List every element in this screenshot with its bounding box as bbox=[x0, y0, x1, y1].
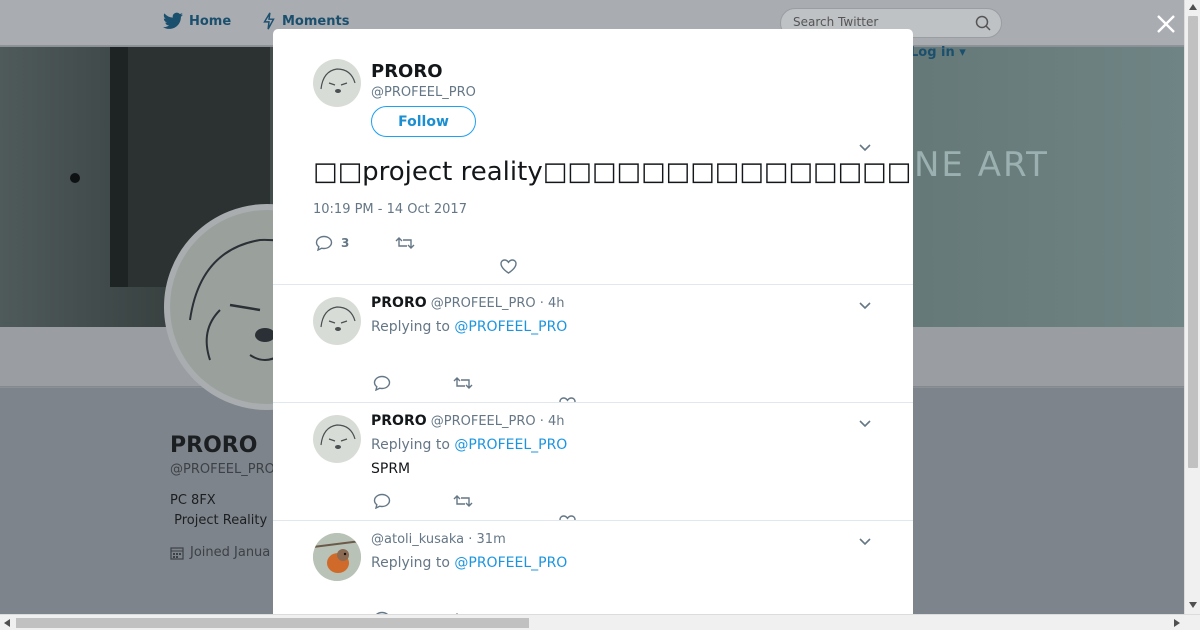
reply-header: PRORO @PROFEEL_PRO · 4h bbox=[371, 413, 565, 429]
nav-home[interactable]: Home bbox=[163, 12, 231, 30]
calendar-icon bbox=[170, 546, 184, 560]
chevron-down-icon[interactable] bbox=[858, 141, 872, 155]
scroll-right-icon[interactable] bbox=[1174, 619, 1180, 627]
nav-moments-label: Moments bbox=[282, 13, 350, 29]
reply-header: PRORO @PROFEEL_PRO · 4h bbox=[371, 295, 565, 311]
chevron-down-icon[interactable] bbox=[858, 535, 872, 549]
retweet-icon bbox=[395, 237, 415, 249]
chevron-down-icon[interactable] bbox=[858, 299, 872, 313]
reply-button[interactable] bbox=[373, 375, 391, 391]
replying-to: Replying to @PROFEEL_PRO bbox=[371, 437, 567, 453]
scroll-left-icon[interactable] bbox=[4, 619, 10, 627]
replying-to-prefix: Replying to bbox=[371, 437, 450, 453]
like-button[interactable] bbox=[500, 259, 517, 274]
retweet-icon bbox=[453, 495, 473, 507]
reply-icon bbox=[373, 375, 391, 391]
reply-button[interactable]: 3 bbox=[315, 235, 349, 251]
horizontal-scrollbar[interactable] bbox=[0, 614, 1200, 630]
replying-to-prefix: Replying to bbox=[371, 555, 450, 571]
main-tweet: PRORO @PROFEEL_PRO Follow □□project real… bbox=[273, 29, 913, 285]
reply-author-handle[interactable]: @atoli_kusaka bbox=[371, 532, 464, 547]
replying-to-prefix: Replying to bbox=[371, 319, 450, 335]
profile-joined: Joined Janua bbox=[170, 545, 270, 560]
reply-time[interactable]: · 31m bbox=[468, 532, 505, 547]
twitter-bird-icon bbox=[163, 12, 183, 29]
reply-time[interactable]: · 4h bbox=[540, 296, 565, 311]
bird-photo-image bbox=[313, 533, 361, 581]
retweet-button[interactable] bbox=[453, 375, 473, 391]
vertical-scrollbar[interactable] bbox=[1184, 0, 1200, 614]
tweet-timestamp[interactable]: 10:19 PM - 14 Oct 2017 bbox=[313, 202, 467, 217]
reply-tweet[interactable]: PRORO @PROFEEL_PRO · 4h Replying to @PRO… bbox=[273, 285, 913, 403]
nav-moments[interactable]: Moments bbox=[262, 12, 349, 30]
login-dropdown[interactable]: Log in ▾ bbox=[910, 45, 966, 60]
avatar[interactable] bbox=[313, 415, 361, 463]
lightning-icon bbox=[263, 12, 275, 30]
reply-button[interactable] bbox=[373, 493, 391, 509]
close-icon[interactable] bbox=[1154, 12, 1178, 36]
login-label: Log in bbox=[910, 45, 955, 60]
replying-to-link[interactable]: @PROFEEL_PRO bbox=[454, 437, 567, 453]
profile-joined-text: Joined Janua bbox=[190, 545, 271, 560]
replying-to: Replying to @PROFEEL_PRO bbox=[371, 319, 567, 335]
tweet-modal: PRORO @PROFEEL_PRO Follow □□project real… bbox=[273, 29, 913, 614]
reply-tweet[interactable]: PRORO @PROFEEL_PRO · 4h Replying to @PRO… bbox=[273, 403, 913, 521]
avatar[interactable] bbox=[313, 59, 361, 107]
profile-bio-line: PC 8FX bbox=[170, 493, 216, 508]
dog-sketch-image bbox=[320, 306, 356, 331]
tweet-author-name[interactable]: PRORO bbox=[371, 61, 443, 82]
avatar[interactable] bbox=[313, 297, 361, 345]
replying-to-link[interactable]: @PROFEEL_PRO bbox=[454, 319, 567, 335]
dog-sketch-image bbox=[320, 424, 356, 449]
avatar[interactable] bbox=[313, 533, 361, 581]
horizontal-scroll-thumb[interactable] bbox=[16, 618, 529, 628]
chevron-down-icon[interactable] bbox=[858, 417, 872, 431]
replying-to-link[interactable]: @PROFEEL_PRO bbox=[454, 555, 567, 571]
reply-icon bbox=[315, 235, 333, 251]
retweet-button[interactable] bbox=[453, 493, 473, 509]
reply-time[interactable]: · 4h bbox=[540, 414, 565, 429]
reply-author-name[interactable]: PRORO bbox=[371, 295, 427, 311]
reply-header: @atoli_kusaka · 31m bbox=[371, 531, 506, 547]
search-input[interactable] bbox=[793, 15, 963, 29]
scroll-up-icon[interactable] bbox=[1189, 4, 1197, 10]
dog-sketch-image bbox=[320, 68, 356, 93]
banner-text: NE ART bbox=[914, 145, 1049, 185]
banner-dot bbox=[70, 173, 80, 183]
profile-bio-line: Project Reality bbox=[170, 513, 268, 528]
profile-name: PRORO bbox=[170, 433, 258, 458]
profile-handle: @PROFEEL_PRO bbox=[170, 462, 275, 477]
scroll-down-icon[interactable] bbox=[1189, 602, 1197, 608]
reply-author-name[interactable]: PRORO bbox=[371, 413, 427, 429]
reply-author-handle[interactable]: @PROFEEL_PRO bbox=[431, 296, 536, 311]
search-icon[interactable] bbox=[975, 15, 991, 31]
vertical-scroll-thumb[interactable] bbox=[1188, 16, 1198, 468]
retweet-button[interactable] bbox=[395, 235, 415, 251]
nav-home-label: Home bbox=[189, 13, 232, 29]
reply-count: 3 bbox=[341, 236, 350, 250]
heart-icon bbox=[500, 259, 517, 274]
reply-icon bbox=[373, 493, 391, 509]
reply-author-handle[interactable]: @PROFEEL_PRO bbox=[431, 414, 536, 429]
reply-tweet[interactable]: @atoli_kusaka · 31m Replying to @PROFEEL… bbox=[273, 521, 913, 614]
reply-text: SPRM bbox=[371, 461, 411, 477]
tweet-text: □□project reality□□□□□□□□□□□□□□□□□□2□□□□… bbox=[313, 157, 913, 187]
tweet-author-handle[interactable]: @PROFEEL_PRO bbox=[371, 85, 476, 100]
follow-button[interactable]: Follow bbox=[371, 106, 476, 137]
retweet-icon bbox=[453, 377, 473, 389]
replying-to: Replying to @PROFEEL_PRO bbox=[371, 555, 567, 571]
